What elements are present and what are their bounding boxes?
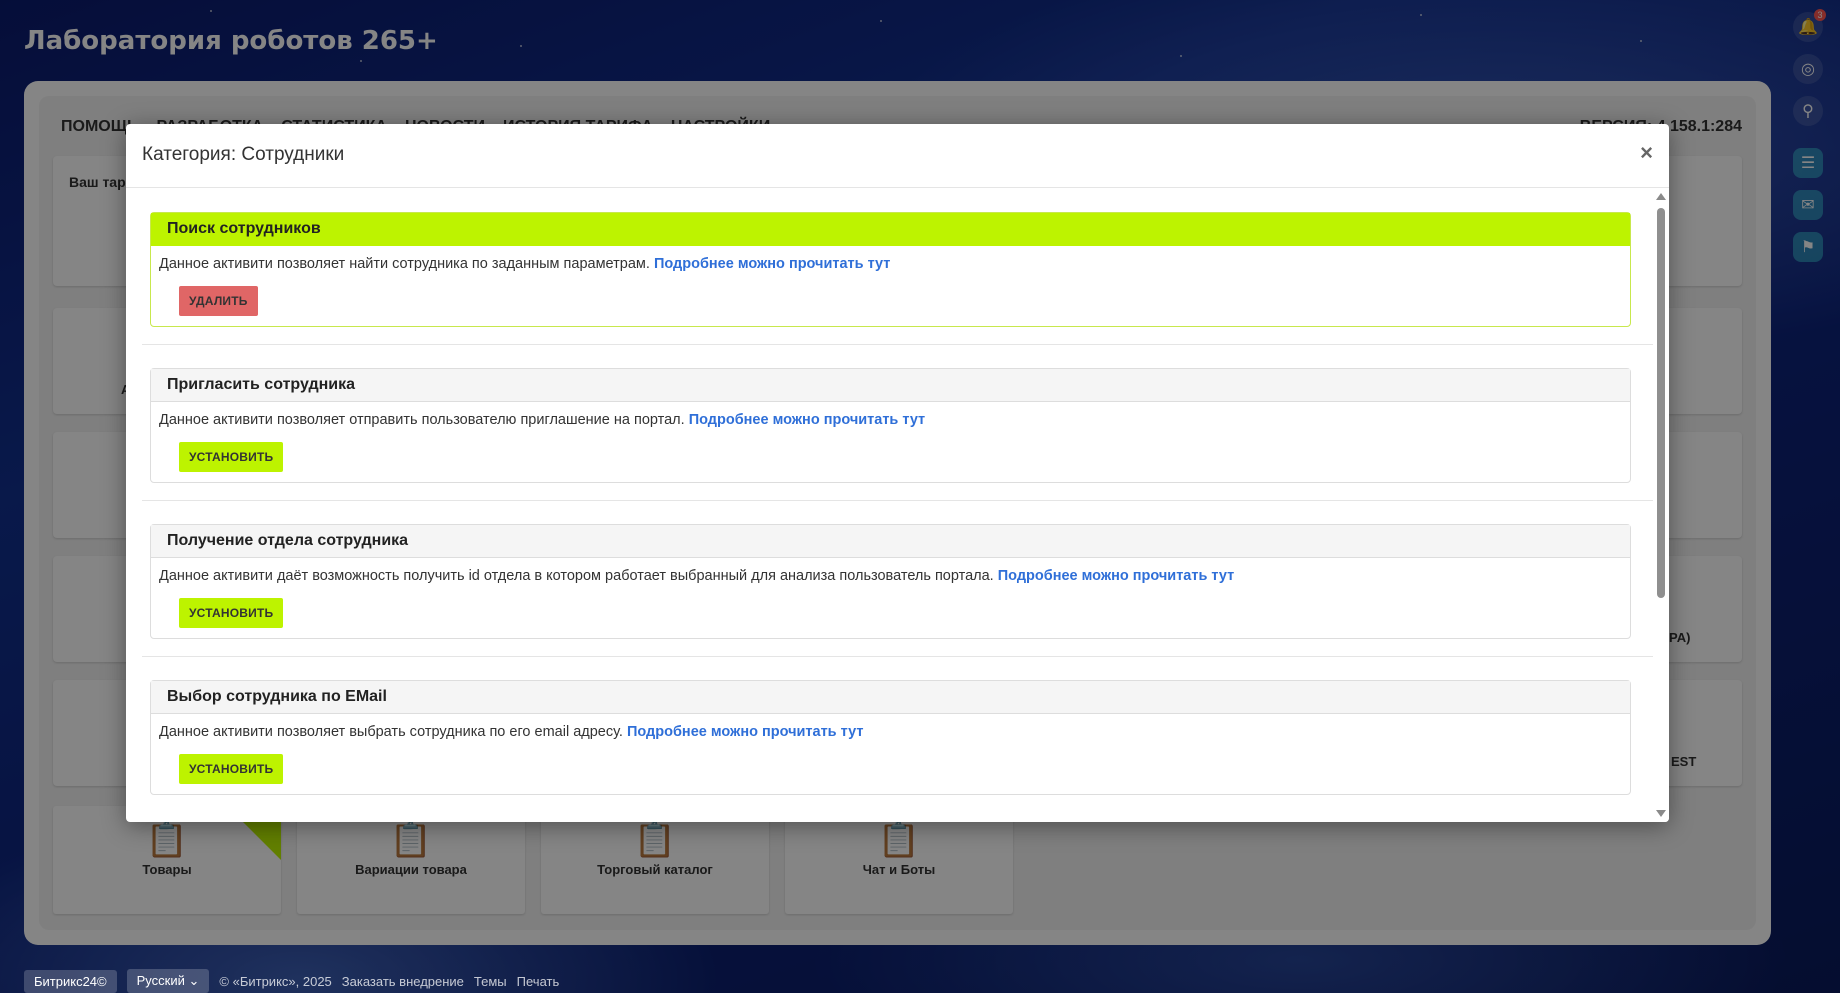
activity-title: Поиск сотрудников xyxy=(151,213,1630,246)
activity-description: Данное активити даёт возможность получит… xyxy=(151,558,1630,584)
copyright: © «Битрикс», 2025 xyxy=(219,973,332,989)
scroll-up-icon[interactable] xyxy=(1656,193,1666,200)
activity-actions: УДАЛИТЬ xyxy=(151,272,1630,326)
install-button[interactable]: УСТАНОВИТЬ xyxy=(179,598,284,628)
footer: Битрикс24© Русский ⌄ © «Битрикс», 2025 З… xyxy=(24,969,559,993)
scrollbar-thumb[interactable] xyxy=(1657,208,1665,598)
activity-card: Пригласить сотрудника Данное активити по… xyxy=(150,368,1631,483)
activity-description-text: Данное активити позволяет выбрать сотруд… xyxy=(159,724,623,740)
activity-card: Поиск сотрудников Данное активити позвол… xyxy=(150,212,1631,327)
chevron-down-icon: ⌄ xyxy=(188,973,200,988)
brand-button[interactable]: Битрикс24© xyxy=(24,969,117,993)
activity-details-link[interactable]: Подробнее можно прочитать тут xyxy=(654,256,890,272)
themes-link[interactable]: Темы xyxy=(474,974,507,989)
category-modal: Категория: Сотрудники × Поиск сотруднико… xyxy=(126,124,1669,822)
activity-card: Получение отдела сотрудника Данное актив… xyxy=(150,524,1631,639)
activity-actions: УСТАНОВИТЬ xyxy=(151,740,1630,794)
activity-details-link[interactable]: Подробнее можно прочитать тут xyxy=(998,568,1234,584)
language-label: Русский xyxy=(136,973,185,988)
modal-scrollbar[interactable] xyxy=(1653,188,1669,822)
divider xyxy=(142,656,1653,657)
activity-actions: УСТАНОВИТЬ xyxy=(151,428,1630,482)
language-select[interactable]: Русский ⌄ xyxy=(126,969,210,993)
activity-description: Данное активити позволяет найти сотрудни… xyxy=(151,246,1630,272)
activity-description-text: Данное активити даёт возможность получит… xyxy=(159,568,994,584)
install-button[interactable]: УСТАНОВИТЬ xyxy=(179,754,284,784)
activity-card: Выбор сотрудника по EMail Данное активит… xyxy=(150,680,1631,795)
modal-body: Поиск сотрудников Данное активити позвол… xyxy=(126,188,1669,822)
activity-description-text: Данное активити позволяет отправить поль… xyxy=(159,412,685,428)
activity-description: Данное активити позволяет выбрать сотруд… xyxy=(151,714,1630,740)
activity-details-link[interactable]: Подробнее можно прочитать тут xyxy=(689,412,925,428)
modal-header: Категория: Сотрудники × xyxy=(126,124,1669,188)
activity-title: Выбор сотрудника по EMail xyxy=(151,681,1630,714)
activity-description: Данное активити позволяет отправить поль… xyxy=(151,402,1630,428)
activity-description-text: Данное активити позволяет найти сотрудни… xyxy=(159,256,650,272)
scroll-down-icon[interactable] xyxy=(1656,810,1666,817)
order-implementation-link[interactable]: Заказать внедрение xyxy=(342,974,464,989)
delete-button[interactable]: УДАЛИТЬ xyxy=(179,286,258,316)
divider xyxy=(142,344,1653,345)
close-icon[interactable]: × xyxy=(1640,140,1653,166)
modal-title: Категория: Сотрудники xyxy=(142,144,345,165)
activity-actions: УСТАНОВИТЬ xyxy=(151,584,1630,638)
activity-title: Пригласить сотрудника xyxy=(151,369,1630,402)
activity-title: Получение отдела сотрудника xyxy=(151,525,1630,558)
print-link[interactable]: Печать xyxy=(517,974,560,989)
divider xyxy=(142,500,1653,501)
install-button[interactable]: УСТАНОВИТЬ xyxy=(179,442,284,472)
activity-details-link[interactable]: Подробнее можно прочитать тут xyxy=(627,724,863,740)
